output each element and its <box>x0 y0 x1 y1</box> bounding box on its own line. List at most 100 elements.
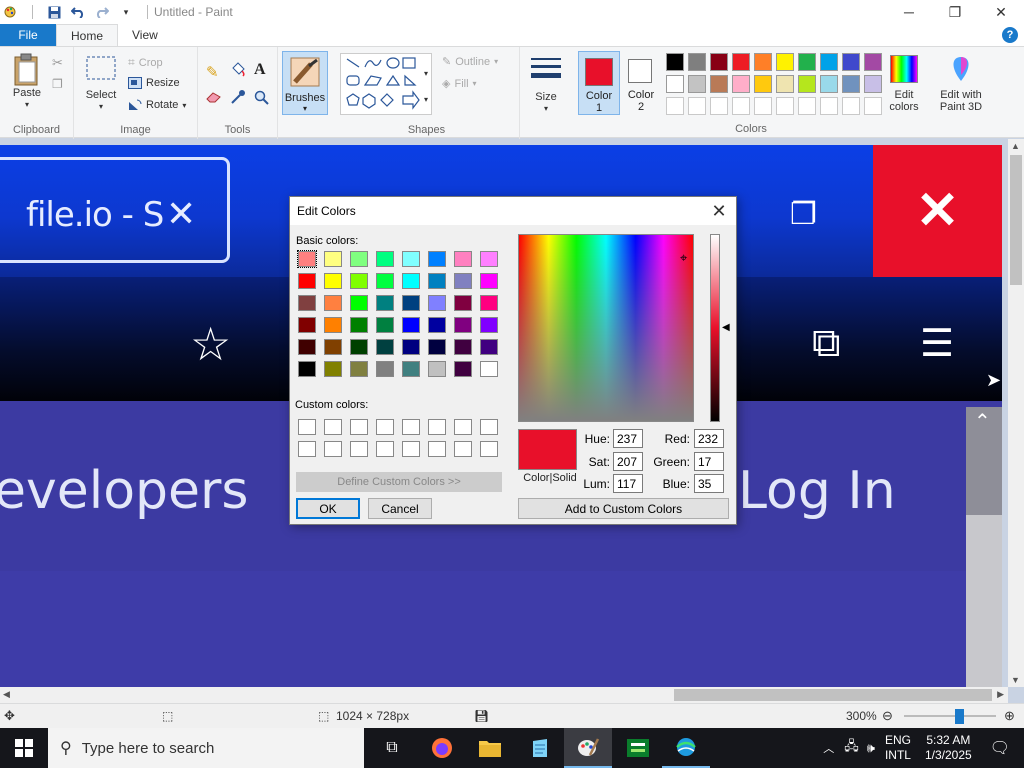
palette-swatch[interactable] <box>864 75 882 93</box>
palette-swatch-empty[interactable] <box>798 97 816 115</box>
ok-button[interactable]: OK <box>296 498 360 519</box>
tab-view[interactable]: View <box>118 24 172 46</box>
horizontal-scrollbar[interactable]: ◀ ▶ <box>0 687 1008 703</box>
basic-color-swatch[interactable] <box>298 273 316 289</box>
zoom-in-icon[interactable]: ⊕ <box>1004 708 1015 724</box>
help-button[interactable]: ? <box>1002 27 1018 43</box>
palette-swatch[interactable] <box>710 75 728 93</box>
basic-color-swatch[interactable] <box>402 273 420 289</box>
basic-color-swatch[interactable] <box>350 339 368 355</box>
notepad-taskbar-button[interactable] <box>516 728 564 768</box>
basic-color-swatch[interactable] <box>324 295 342 311</box>
customize-toolbar-icon[interactable]: ▾ <box>119 5 133 19</box>
palette-swatch-empty[interactable] <box>688 97 706 115</box>
custom-color-swatch[interactable] <box>350 419 368 435</box>
palette-swatch-empty[interactable] <box>776 97 794 115</box>
basic-color-swatch[interactable] <box>454 339 472 355</box>
palette-swatch[interactable] <box>732 75 750 93</box>
scroll-down-icon[interactable]: ▼ <box>1011 675 1020 685</box>
resize-button[interactable]: Resize <box>128 77 180 89</box>
basic-color-swatch[interactable] <box>428 317 446 333</box>
palette-swatch[interactable] <box>754 75 772 93</box>
color-picker-icon[interactable] <box>230 89 246 108</box>
clock[interactable]: 5:32 AM 1/3/2025 <box>925 733 972 763</box>
palette-swatch-empty[interactable] <box>842 97 860 115</box>
palette-swatch[interactable] <box>688 53 706 71</box>
palette-swatch-empty[interactable] <box>666 97 684 115</box>
app-taskbar-button[interactable] <box>614 728 662 768</box>
show-hidden-icons[interactable]: ︿ <box>823 740 834 756</box>
custom-color-swatch[interactable] <box>324 441 342 457</box>
rotate-button[interactable]: Rotate ▾ <box>128 99 186 111</box>
palette-swatch[interactable] <box>688 75 706 93</box>
custom-color-swatch[interactable] <box>298 419 316 435</box>
crop-button[interactable]: ⌗ Crop <box>128 55 163 70</box>
size-button[interactable]: Size ▾ <box>524 55 568 115</box>
basic-color-swatch[interactable] <box>298 339 316 355</box>
custom-color-swatch[interactable] <box>428 419 446 435</box>
fill-button[interactable]: ◈ Fill ▾ <box>442 77 477 91</box>
luminosity-bar[interactable] <box>710 234 720 422</box>
basic-color-swatch[interactable] <box>376 251 394 267</box>
palette-swatch-empty[interactable] <box>710 97 728 115</box>
basic-color-swatch[interactable] <box>480 361 498 377</box>
palette-swatch[interactable] <box>842 75 860 93</box>
sat-field[interactable]: 207 <box>613 452 643 471</box>
start-button[interactable] <box>0 728 48 768</box>
basic-color-swatch[interactable] <box>376 339 394 355</box>
basic-color-swatch[interactable] <box>350 251 368 267</box>
chevron-down-icon[interactable]: ▾ <box>424 69 428 78</box>
tab-file[interactable]: File <box>0 24 56 46</box>
basic-color-swatch[interactable] <box>454 295 472 311</box>
browser-taskbar-button[interactable] <box>662 728 710 768</box>
palette-swatch[interactable] <box>798 75 816 93</box>
save-icon[interactable] <box>47 5 61 19</box>
palette-swatch[interactable] <box>776 53 794 71</box>
palette-swatch-empty[interactable] <box>820 97 838 115</box>
basic-color-swatch[interactable] <box>376 273 394 289</box>
custom-color-swatch[interactable] <box>402 441 420 457</box>
task-view-button[interactable]: ⧉ <box>368 728 416 768</box>
basic-color-swatch[interactable] <box>402 295 420 311</box>
basic-color-swatch[interactable] <box>402 317 420 333</box>
blue-field[interactable]: 35 <box>694 474 724 493</box>
add-to-custom-colors-button[interactable]: Add to Custom Colors <box>518 498 729 519</box>
basic-color-swatch[interactable] <box>298 295 316 311</box>
basic-color-swatch[interactable] <box>480 273 498 289</box>
basic-color-swatch[interactable] <box>480 339 498 355</box>
custom-color-swatch[interactable] <box>376 441 394 457</box>
green-field[interactable]: 17 <box>694 452 724 471</box>
firefox-taskbar-button[interactable] <box>418 728 466 768</box>
custom-color-swatch[interactable] <box>350 441 368 457</box>
basic-color-swatch[interactable] <box>350 295 368 311</box>
custom-color-swatch[interactable] <box>402 419 420 435</box>
color-spectrum[interactable] <box>518 234 694 422</box>
palette-swatch[interactable] <box>864 53 882 71</box>
vertical-scrollbar[interactable]: ▲ ▼ <box>1008 139 1024 687</box>
edit-colors-button[interactable]: Edit colors <box>882 55 926 113</box>
basic-color-swatch[interactable] <box>298 317 316 333</box>
basic-color-swatch[interactable] <box>428 339 446 355</box>
basic-color-swatch[interactable] <box>324 361 342 377</box>
custom-color-swatch[interactable] <box>480 441 498 457</box>
luminosity-pointer-icon[interactable]: ◀ <box>722 322 730 333</box>
basic-color-swatch[interactable] <box>376 361 394 377</box>
scroll-right-icon[interactable]: ▶ <box>997 689 1004 700</box>
palette-swatch[interactable] <box>666 75 684 93</box>
magnifier-icon[interactable] <box>254 90 269 108</box>
custom-color-swatch[interactable] <box>324 419 342 435</box>
palette-swatch-empty[interactable] <box>864 97 882 115</box>
basic-color-swatch[interactable] <box>298 361 316 377</box>
pencil-icon[interactable]: ✎ <box>206 63 219 81</box>
notifications-icon[interactable]: 🗨︎ <box>990 738 1010 758</box>
custom-color-swatch[interactable] <box>428 441 446 457</box>
basic-color-swatch[interactable] <box>350 273 368 289</box>
cancel-button[interactable]: Cancel <box>368 498 432 519</box>
palette-swatch[interactable] <box>732 53 750 71</box>
maximize-button[interactable]: ❐ <box>932 0 978 24</box>
basic-color-swatch[interactable] <box>454 361 472 377</box>
color2-button[interactable]: Color 2 <box>622 51 660 115</box>
lum-field[interactable]: 117 <box>613 474 643 493</box>
vertical-scroll-thumb[interactable] <box>1010 155 1022 285</box>
redo-icon[interactable] <box>95 5 109 19</box>
